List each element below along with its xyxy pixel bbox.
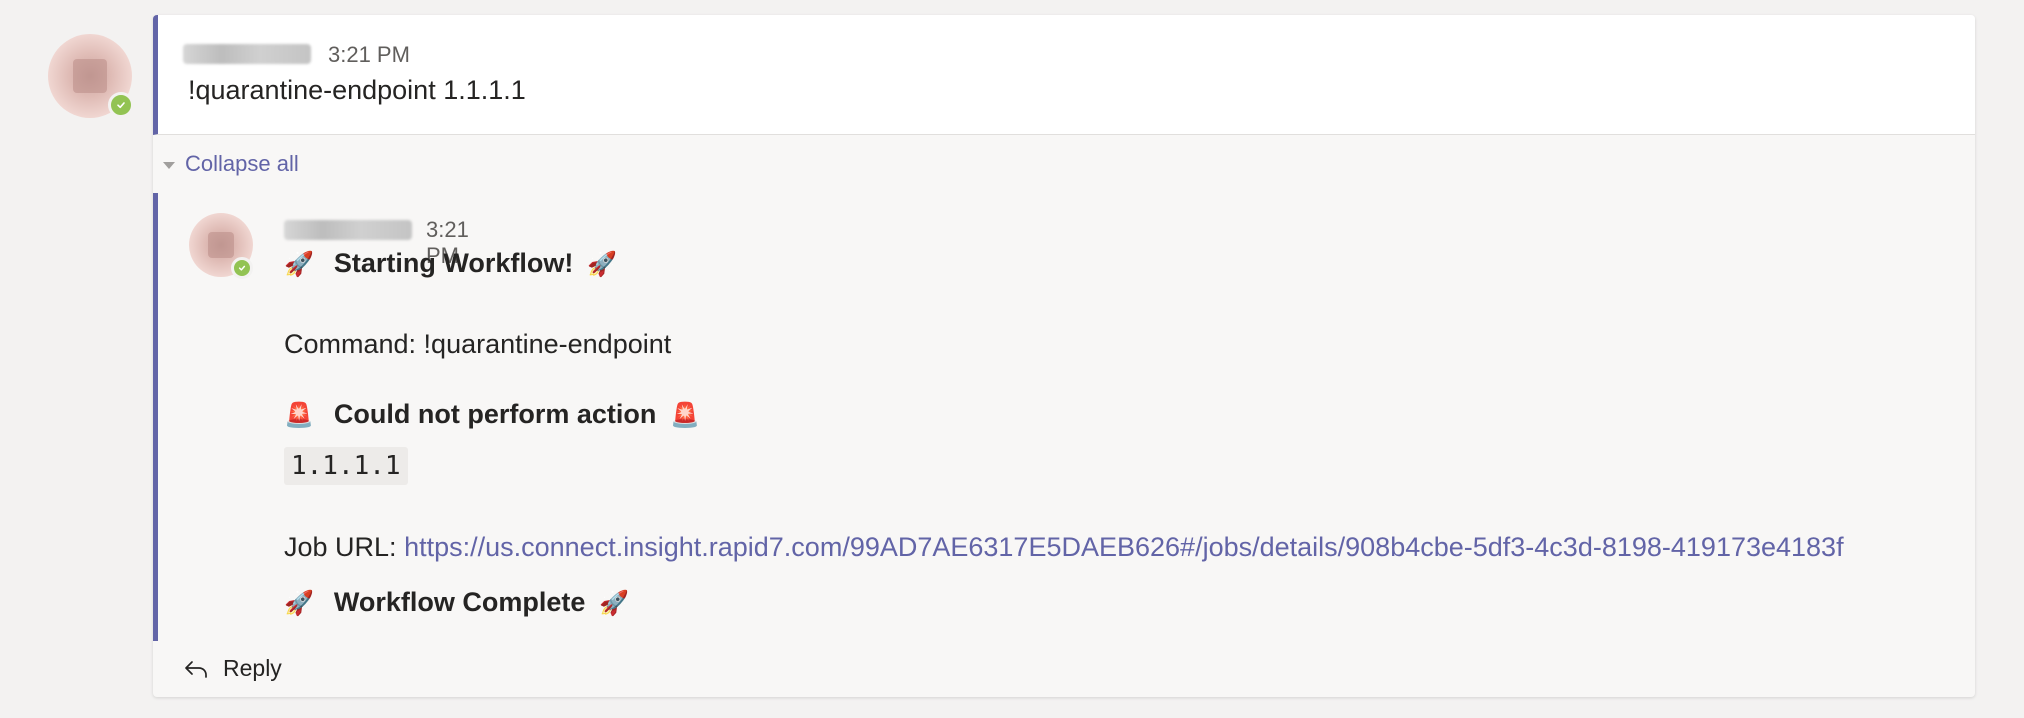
presence-available-icon — [108, 92, 134, 118]
root-message[interactable]: 3:21 PM !quarantine-endpoint 1.1.1.1 — [153, 15, 1975, 135]
error-heading: 🚨 Could not perform action 🚨 — [284, 399, 700, 430]
command-line: Command: !quarantine-endpoint — [284, 329, 672, 359]
reply-button-label: Reply — [223, 655, 282, 681]
author-name-redacted — [284, 220, 412, 240]
message-text: !quarantine-endpoint 1.1.1.1 — [188, 75, 526, 105]
rocket-icon: 🚀 — [587, 249, 618, 278]
reply-button[interactable]: Reply — [183, 655, 282, 682]
reply-arrow-icon — [185, 660, 207, 678]
job-url-link[interactable]: https://us.connect.insight.rapid7.com/99… — [404, 532, 1844, 562]
message-thread: 3:21 PM !quarantine-endpoint 1.1.1.1 Col… — [153, 15, 1975, 697]
avatar-image — [208, 232, 234, 258]
starting-workflow-heading: 🚀 Starting Workflow! 🚀 — [284, 248, 617, 279]
siren-icon: 🚨 — [284, 400, 314, 429]
job-url-label: Job URL: — [284, 532, 397, 562]
message-timestamp: 3:21 PM — [328, 42, 410, 67]
error-value-code: 1.1.1.1 — [284, 447, 408, 485]
error-heading-text: Could not perform action — [333, 399, 657, 429]
avatar-image — [73, 59, 107, 93]
job-url-line: Job URL: https://us.connect.insight.rapi… — [284, 532, 1844, 563]
collapse-all-label: Collapse all — [185, 151, 299, 176]
workflow-complete-heading: 🚀 Workflow Complete 🚀 — [284, 587, 629, 618]
rocket-icon: 🚀 — [599, 588, 630, 617]
presence-available-icon — [231, 257, 253, 279]
caret-down-icon — [163, 161, 175, 169]
rocket-icon: 🚀 — [284, 588, 314, 617]
siren-icon: 🚨 — [670, 400, 701, 429]
workflow-complete-text: Workflow Complete — [333, 587, 586, 617]
starting-workflow-text: Starting Workflow! — [333, 248, 574, 278]
reply-message[interactable]: 3:21 PM 🚀 Starting Workflow! 🚀 Command: … — [153, 193, 1975, 641]
rocket-icon: 🚀 — [284, 249, 314, 278]
author-name-redacted — [183, 44, 311, 64]
collapse-all-button[interactable]: Collapse all — [163, 151, 299, 177]
